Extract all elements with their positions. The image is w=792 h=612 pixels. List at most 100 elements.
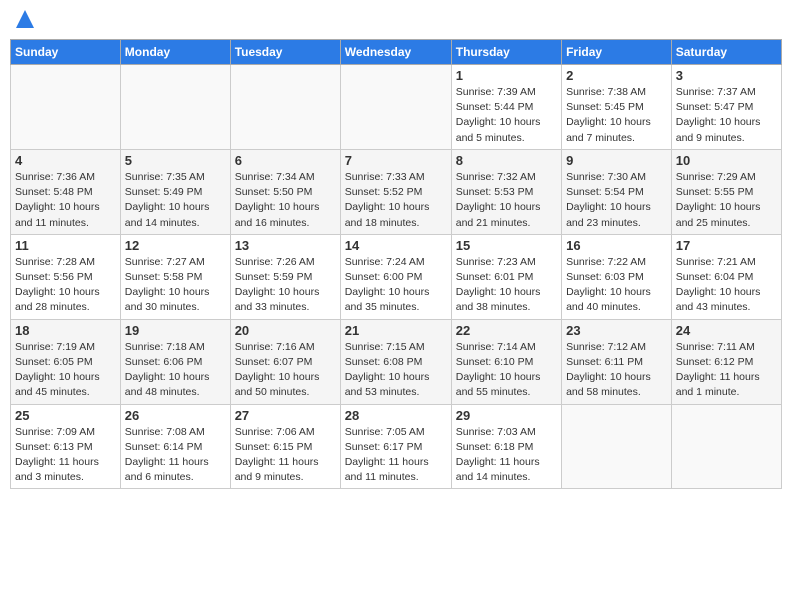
calendar-day-cell: 21 Sunrise: 7:15 AM Sunset: 6:08 PM Dayli… [340,319,451,404]
calendar-day-cell: 16 Sunrise: 7:22 AM Sunset: 6:03 PM Dayli… [562,234,672,319]
calendar-day-cell: 9 Sunrise: 7:30 AM Sunset: 5:54 PM Daylig… [562,149,672,234]
day-number: 10 [676,153,777,168]
calendar-day-cell: 12 Sunrise: 7:27 AM Sunset: 5:58 PM Dayli… [120,234,230,319]
day-detail: Sunrise: 7:37 AM Sunset: 5:47 PM Dayligh… [676,85,777,146]
day-detail: Sunrise: 7:36 AM Sunset: 5:48 PM Dayligh… [15,170,116,231]
day-detail: Sunrise: 7:29 AM Sunset: 5:55 PM Dayligh… [676,170,777,231]
day-number: 20 [235,323,336,338]
day-detail: Sunrise: 7:38 AM Sunset: 5:45 PM Dayligh… [566,85,667,146]
calendar-day-cell: 28 Sunrise: 7:05 AM Sunset: 6:17 PM Dayli… [340,404,451,489]
day-number: 2 [566,68,667,83]
day-detail: Sunrise: 7:30 AM Sunset: 5:54 PM Dayligh… [566,170,667,231]
calendar-day-cell: 10 Sunrise: 7:29 AM Sunset: 5:55 PM Dayli… [671,149,781,234]
calendar-day-cell: 23 Sunrise: 7:12 AM Sunset: 6:11 PM Dayli… [562,319,672,404]
logo [14,10,34,33]
calendar-day-cell: 19 Sunrise: 7:18 AM Sunset: 6:06 PM Dayli… [120,319,230,404]
day-detail: Sunrise: 7:12 AM Sunset: 6:11 PM Dayligh… [566,340,667,401]
calendar-day-cell: 24 Sunrise: 7:11 AM Sunset: 6:12 PM Dayli… [671,319,781,404]
day-detail: Sunrise: 7:19 AM Sunset: 6:05 PM Dayligh… [15,340,116,401]
calendar-day-cell: 27 Sunrise: 7:06 AM Sunset: 6:15 PM Dayli… [230,404,340,489]
day-number: 11 [15,238,116,253]
calendar-day-cell: 25 Sunrise: 7:09 AM Sunset: 6:13 PM Dayli… [11,404,121,489]
calendar-day-cell: 8Sunrise: 7:32 AM Sunset: 5:53 PM Daylig… [451,149,561,234]
day-number: 29 [456,408,557,423]
calendar-day-cell [120,65,230,150]
calendar-day-cell: 20 Sunrise: 7:16 AM Sunset: 6:07 PM Dayli… [230,319,340,404]
calendar-day-cell: 4Sunrise: 7:36 AM Sunset: 5:48 PM Daylig… [11,149,121,234]
day-number: 8 [456,153,557,168]
day-number: 15 [456,238,557,253]
day-number: 9 [566,153,667,168]
calendar-day-cell: 7 Sunrise: 7:33 AM Sunset: 5:52 PM Daylig… [340,149,451,234]
day-number: 24 [676,323,777,338]
day-detail: Sunrise: 7:15 AM Sunset: 6:08 PM Dayligh… [345,340,447,401]
day-detail: Sunrise: 7:05 AM Sunset: 6:17 PM Dayligh… [345,425,447,486]
day-number: 5 [125,153,226,168]
day-detail: Sunrise: 7:39 AM Sunset: 5:44 PM Dayligh… [456,85,557,146]
calendar-day-cell: 14 Sunrise: 7:24 AM Sunset: 6:00 PM Dayli… [340,234,451,319]
weekday-header: Monday [120,40,230,65]
day-detail: Sunrise: 7:16 AM Sunset: 6:07 PM Dayligh… [235,340,336,401]
calendar-day-cell [340,65,451,150]
calendar-day-cell: 15 Sunrise: 7:23 AM Sunset: 6:01 PM Dayli… [451,234,561,319]
calendar-day-cell: 2 Sunrise: 7:38 AM Sunset: 5:45 PM Daylig… [562,65,672,150]
weekday-header: Tuesday [230,40,340,65]
calendar-week-row: 4Sunrise: 7:36 AM Sunset: 5:48 PM Daylig… [11,149,782,234]
day-number: 1 [456,68,557,83]
day-number: 18 [15,323,116,338]
day-number: 25 [15,408,116,423]
calendar-day-cell: 11 Sunrise: 7:28 AM Sunset: 5:56 PM Dayli… [11,234,121,319]
calendar-day-cell: 5 Sunrise: 7:35 AM Sunset: 5:49 PM Daylig… [120,149,230,234]
page-header [10,10,782,33]
day-detail: Sunrise: 7:14 AM Sunset: 6:10 PM Dayligh… [456,340,557,401]
day-number: 6 [235,153,336,168]
day-detail: Sunrise: 7:35 AM Sunset: 5:49 PM Dayligh… [125,170,226,231]
day-detail: Sunrise: 7:06 AM Sunset: 6:15 PM Dayligh… [235,425,336,486]
calendar-day-cell: 26 Sunrise: 7:08 AM Sunset: 6:14 PM Dayli… [120,404,230,489]
calendar-week-row: 11 Sunrise: 7:28 AM Sunset: 5:56 PM Dayli… [11,234,782,319]
calendar-day-cell: 18 Sunrise: 7:19 AM Sunset: 6:05 PM Dayli… [11,319,121,404]
calendar-table: SundayMondayTuesdayWednesdayThursdayFrid… [10,39,782,489]
calendar-week-row: 18 Sunrise: 7:19 AM Sunset: 6:05 PM Dayli… [11,319,782,404]
day-detail: Sunrise: 7:33 AM Sunset: 5:52 PM Dayligh… [345,170,447,231]
day-detail: Sunrise: 7:11 AM Sunset: 6:12 PM Dayligh… [676,340,777,401]
day-detail: Sunrise: 7:18 AM Sunset: 6:06 PM Dayligh… [125,340,226,401]
calendar-day-cell: 1 Sunrise: 7:39 AM Sunset: 5:44 PM Daylig… [451,65,561,150]
day-detail: Sunrise: 7:27 AM Sunset: 5:58 PM Dayligh… [125,255,226,316]
day-detail: Sunrise: 7:08 AM Sunset: 6:14 PM Dayligh… [125,425,226,486]
calendar-day-cell [230,65,340,150]
day-number: 23 [566,323,667,338]
day-detail: Sunrise: 7:21 AM Sunset: 6:04 PM Dayligh… [676,255,777,316]
logo-icon [16,10,34,28]
weekday-header: Thursday [451,40,561,65]
day-detail: Sunrise: 7:26 AM Sunset: 5:59 PM Dayligh… [235,255,336,316]
day-number: 28 [345,408,447,423]
calendar-day-cell: 29 Sunrise: 7:03 AM Sunset: 6:18 PM Dayli… [451,404,561,489]
calendar-day-cell [671,404,781,489]
day-number: 21 [345,323,447,338]
calendar-week-row: 25 Sunrise: 7:09 AM Sunset: 6:13 PM Dayli… [11,404,782,489]
calendar-week-row: 1 Sunrise: 7:39 AM Sunset: 5:44 PM Daylig… [11,65,782,150]
day-number: 22 [456,323,557,338]
day-detail: Sunrise: 7:24 AM Sunset: 6:00 PM Dayligh… [345,255,447,316]
day-detail: Sunrise: 7:09 AM Sunset: 6:13 PM Dayligh… [15,425,116,486]
day-number: 12 [125,238,226,253]
day-number: 26 [125,408,226,423]
day-detail: Sunrise: 7:23 AM Sunset: 6:01 PM Dayligh… [456,255,557,316]
day-detail: Sunrise: 7:28 AM Sunset: 5:56 PM Dayligh… [15,255,116,316]
day-number: 16 [566,238,667,253]
day-detail: Sunrise: 7:34 AM Sunset: 5:50 PM Dayligh… [235,170,336,231]
day-number: 3 [676,68,777,83]
calendar-day-cell [11,65,121,150]
day-number: 27 [235,408,336,423]
calendar-day-cell: 22 Sunrise: 7:14 AM Sunset: 6:10 PM Dayli… [451,319,561,404]
day-number: 19 [125,323,226,338]
day-number: 7 [345,153,447,168]
weekday-header: Wednesday [340,40,451,65]
day-detail: Sunrise: 7:03 AM Sunset: 6:18 PM Dayligh… [456,425,557,486]
weekday-header: Friday [562,40,672,65]
day-detail: Sunrise: 7:22 AM Sunset: 6:03 PM Dayligh… [566,255,667,316]
day-number: 13 [235,238,336,253]
day-number: 14 [345,238,447,253]
calendar-day-cell [562,404,672,489]
